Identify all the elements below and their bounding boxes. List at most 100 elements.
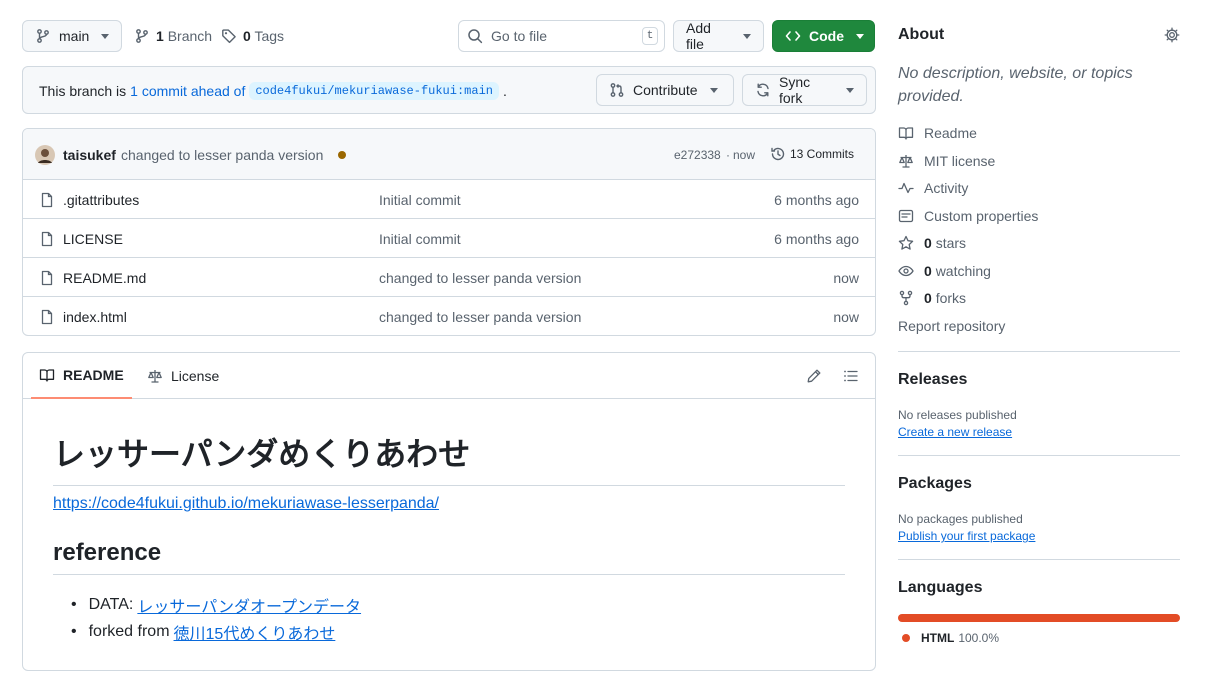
list-item-link[interactable]: 徳川15代めくりあわせ (174, 620, 336, 644)
code-button[interactable]: Code (772, 20, 875, 52)
search-shortcut-key: t (642, 27, 658, 45)
list-item: forked from 徳川15代めくりあわせ (69, 618, 361, 645)
file-name[interactable]: README.md (63, 270, 146, 286)
commit-message[interactable]: changed to lesser panda version (121, 147, 323, 163)
sidebar-item-license[interactable]: MIT license (898, 151, 995, 171)
releases-title[interactable]: Releases (898, 371, 967, 389)
packages-title[interactable]: Packages (898, 475, 972, 493)
sidebar-item-label: Custom properties (924, 208, 1039, 224)
commit-time: now (733, 148, 756, 162)
sync-fork-button[interactable]: Sync fork (742, 74, 867, 106)
readme-subheading: reference (53, 539, 845, 575)
file-name[interactable]: index.html (63, 309, 127, 325)
language-bar-fill (898, 614, 1180, 622)
commits-count-label: 13 Commits (790, 147, 855, 161)
sidebar-item-forks[interactable]: 0 forks (898, 288, 966, 308)
outline-list-icon[interactable] (843, 368, 859, 384)
language-bar (898, 614, 1180, 622)
history-icon (770, 146, 786, 162)
table-row[interactable]: LICENSE Initial commit 6 months ago (23, 219, 875, 258)
table-row[interactable]: README.md changed to lesser panda versio… (23, 258, 875, 297)
add-file-button[interactable]: Add file (673, 20, 764, 52)
avatar[interactable] (35, 145, 55, 165)
publish-package-link[interactable]: Publish your first package (898, 529, 1035, 543)
stars-label: stars (935, 235, 967, 251)
branch-count: 1 (156, 28, 164, 44)
commit-status-dot[interactable] (338, 151, 346, 159)
list-item: DATA: レッサーパンダオープンデータ (69, 591, 361, 618)
file-time: now (833, 309, 859, 325)
language-color-dot (902, 634, 910, 642)
sidebar-item-readme[interactable]: Readme (898, 123, 977, 143)
file-commit-message[interactable]: changed to lesser panda version (379, 270, 581, 286)
eye-icon (898, 263, 914, 279)
go-to-file-input[interactable]: Go to file t (458, 20, 665, 52)
tags-link[interactable]: 0 Tags (221, 20, 284, 52)
languages-title: Languages (898, 579, 983, 596)
sidebar-item-watching[interactable]: 0 watching (898, 261, 991, 281)
packages-empty-text: No packages published (898, 512, 1023, 526)
create-release-link[interactable]: Create a new release (898, 425, 1012, 439)
table-row[interactable]: index.html changed to lesser panda versi… (23, 297, 875, 335)
tab-readme-label: README (63, 367, 124, 383)
sync-icon (755, 82, 771, 98)
language-legend[interactable]: HTML 100.0% (902, 631, 999, 645)
branch-selector[interactable]: main (22, 20, 122, 52)
pencil-icon[interactable] (806, 368, 822, 384)
file-commit-message[interactable]: Initial commit (379, 231, 461, 247)
list-item-prefix: forked from (88, 622, 170, 640)
fork-icon (898, 290, 914, 306)
pull-request-icon (609, 82, 625, 98)
file-commit-message[interactable]: Initial commit (379, 192, 461, 208)
sidebar-item-activity[interactable]: Activity (898, 178, 968, 198)
chevron-down-icon (101, 33, 110, 39)
readme-site-link[interactable]: https://code4fukui.github.io/mekuriawase… (53, 495, 439, 513)
search-icon (467, 28, 483, 44)
commits-history-link[interactable]: 13 Commits (770, 146, 854, 162)
tab-license[interactable]: License (139, 353, 227, 399)
forks-count: 0 (924, 290, 932, 306)
file-browser: taisukef changed to lesser panda version… (22, 128, 876, 336)
tab-readme[interactable]: README (31, 353, 132, 399)
upstream-branch[interactable]: code4fukui/mekuriawase-fukui:main (249, 82, 499, 100)
file-icon (39, 192, 55, 208)
list-item-link[interactable]: レッサーパンダオープンデータ (137, 593, 361, 617)
sidebar-item-custom-properties[interactable]: Custom properties (898, 206, 1038, 226)
branch-status-banner: This branch is 1 commit ahead of code4fu… (22, 66, 876, 114)
star-icon (898, 235, 914, 251)
language-name: HTML (921, 631, 955, 645)
table-row[interactable]: .gitattributes Initial commit 6 months a… (23, 180, 875, 219)
commit-hash[interactable]: e272338 (674, 148, 721, 162)
file-name[interactable]: .gitattributes (63, 192, 139, 208)
banner-suffix: . (502, 83, 507, 99)
branch-count-label: Branch (167, 28, 213, 44)
file-commit-message[interactable]: changed to lesser panda version (379, 309, 581, 325)
commit-author[interactable]: taisukef (63, 147, 116, 163)
about-title: About (898, 26, 945, 43)
commits-ahead-link[interactable]: 1 commit ahead of (130, 83, 245, 99)
chevron-down-icon (743, 33, 751, 39)
book-icon (39, 367, 55, 383)
tag-count-label: Tags (254, 28, 285, 44)
branch-icon (134, 28, 150, 44)
tag-count: 0 (243, 28, 251, 44)
chevron-down-icon (709, 87, 718, 93)
chevron-down-icon (856, 33, 864, 39)
report-repository-link[interactable]: Report repository (898, 316, 1005, 336)
branches-link[interactable]: 1 Branch (134, 20, 212, 52)
sidebar-item-stars[interactable]: 0 stars (898, 233, 966, 253)
readme-reference-list: DATA: レッサーパンダオープンデータ forked from 徳川15代めく… (69, 591, 361, 645)
watching-count: 0 (924, 263, 932, 279)
file-name[interactable]: LICENSE (63, 231, 123, 247)
language-percent: 100.0% (958, 631, 1000, 645)
file-time: now (833, 270, 859, 286)
add-file-label: Add file (686, 20, 711, 52)
readme-panel: README License レッサーパンダめくりあわせ https://cod… (22, 352, 876, 671)
gear-icon[interactable] (1164, 27, 1180, 43)
search-placeholder: Go to file (491, 28, 548, 44)
stars-count: 0 (924, 235, 932, 251)
code-icon (785, 28, 801, 44)
file-icon (39, 309, 55, 325)
divider (898, 559, 1180, 560)
contribute-button[interactable]: Contribute (596, 74, 734, 106)
